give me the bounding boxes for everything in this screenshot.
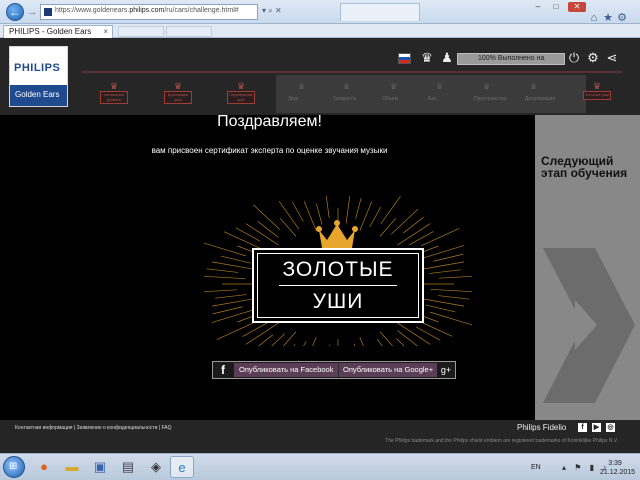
tab-title: PHILIPS - Golden Ears [9,27,92,36]
progress-track [82,71,622,73]
locked-item: Пространство [474,96,507,102]
stage-gold[interactable]: ♛ Золотые уши [583,82,611,100]
browser-toolbar: ← → https://www.goldenears.philips.com/r… [0,0,640,24]
next-stage-title: Следующий этап обучения [541,154,628,180]
tab-strip: PHILIPS - Golden Ears × [0,24,640,38]
locked-stage-band [276,75,586,113]
minimize-button[interactable]: – [532,2,544,12]
stage-silver[interactable]: ♛ Серебряные уши [227,82,255,104]
internet-explorer-icon[interactable]: e [170,456,194,478]
share-facebook-button[interactable]: Опубликовать на Facebook [234,363,338,377]
save-disk-icon[interactable]: ▣ [88,456,112,478]
clock-date: 21.12.2015 [600,469,636,476]
locked-item: Бас [428,96,437,102]
stage-crown-icon: ♛ [109,81,119,91]
network-icon[interactable]: ▤ [116,456,140,478]
stage-beginner[interactable]: ♛ Начальный уровень [100,82,128,104]
favorites-star-icon[interactable]: ★ [602,12,614,24]
locked-crown-icon: ♛ [390,82,398,91]
google-plus-icon[interactable]: g+ [439,364,453,376]
address-text: https://www.goldenears.philips.com/ru/ca… [55,7,239,14]
progress-indicator: 100% Выполнено на [457,53,565,65]
language-indicator[interactable]: EN [531,464,541,471]
share-google-button[interactable]: Опубликовать на Google+ [338,363,437,377]
footer-links[interactable]: Контактная информация | Заявление о конф… [15,425,172,431]
logo-text: PHILIPS [14,62,61,74]
locked-crown-icon: ♛ [343,82,351,91]
clock-time: 3:39 [608,460,622,467]
locked-crown-icon: ♛ [298,82,306,91]
site-footer: Контактная информация | Заявление о конф… [0,420,640,453]
tab-close-icon[interactable]: × [103,26,108,38]
locked-item: Детализация [525,96,556,102]
stage-label: Золотые уши [583,91,611,100]
share-icon[interactable]: ⋖ [605,50,619,66]
firefox-icon[interactable]: ● [32,456,56,478]
settings-icon[interactable]: ⚙ [586,50,600,66]
power-icon[interactable]: ⏻ [567,50,581,66]
locked-crown-icon: ♛ [436,82,444,91]
instagram-icon[interactable]: ◎ [606,423,615,432]
philips-logo[interactable]: PHILIPS Golden Ears [9,46,68,107]
maximize-button[interactable]: □ [550,2,562,12]
logo-subtitle: Golden Ears [15,90,60,99]
active-window-tab[interactable] [340,3,420,21]
russian-flag-icon[interactable] [398,53,411,64]
tab-ghost-2[interactable] [166,26,212,37]
facebook-share-icon[interactable]: f [216,364,230,376]
user-icon[interactable]: ♟ [440,50,454,66]
facebook-icon[interactable]: f [578,423,587,432]
stage-crown-icon: ♛ [236,81,246,91]
youtube-icon[interactable]: ▶ [592,423,601,432]
clock[interactable]: 3:39 21.12.2015 [600,459,636,477]
crown-icon[interactable]: ♛ [420,50,434,66]
footer-brand: Philips Fidelio [517,423,567,432]
app-mask-icon[interactable]: ◈ [144,456,168,478]
locked-item: Объем [382,96,398,102]
page: PHILIPS Golden Ears ♛ ♟ 100% Выполнено н… [0,38,640,453]
stage-label: Серебряные уши [227,91,255,104]
tab-ghost-1[interactable] [118,26,164,37]
folder-icon[interactable]: ▬ [60,456,84,478]
locked-crown-icon: ♛ [483,82,491,91]
share-bar: f Опубликовать на Facebook Опубликовать … [212,361,456,379]
next-stage-panel[interactable]: Следующий этап обучения [535,115,640,420]
locked-item: Звук [288,96,299,102]
locked-item: Громкость [333,96,357,102]
locked-crown-icon: ♛ [530,82,538,91]
tab-golden-ears[interactable]: PHILIPS - Golden Ears × [3,25,113,38]
stage-bronze[interactable]: ♛ Бронзовые уши [164,82,192,104]
logo-shield: PHILIPS [10,47,67,85]
settings-gear-icon[interactable]: ⚙ [616,12,628,24]
stage-crown-icon: ♛ [173,81,183,91]
site-header: PHILIPS Golden Ears ♛ ♟ 100% Выполнено н… [0,38,640,115]
back-button[interactable]: ← [6,3,24,21]
close-button[interactable]: ✕ [568,2,586,12]
stage-label: Бронзовые уши [164,91,192,104]
trademark-notice: The Philips trademark and the Philips sh… [385,438,618,444]
address-actions-icon[interactable]: ▾ ⌕ ✕ [262,6,282,16]
start-button[interactable]: ⊞ [3,456,25,478]
home-icon[interactable]: ⌂ [588,12,600,24]
address-bar[interactable]: https://www.goldenears.philips.com/ru/ca… [40,4,258,20]
forward-button[interactable]: → [26,6,38,18]
stage-label: Начальный уровень [100,91,128,104]
site-favicon-icon [44,8,52,16]
stage-crown-icon: ♛ [592,81,602,91]
next-arrow-icon[interactable] [535,248,640,403]
windows-taskbar: ⊞ ● ▬ ▣ ▤ ◈ e EN ▴ ⚑ ▮ ♪ 3:39 21.12.2015 [0,453,640,480]
